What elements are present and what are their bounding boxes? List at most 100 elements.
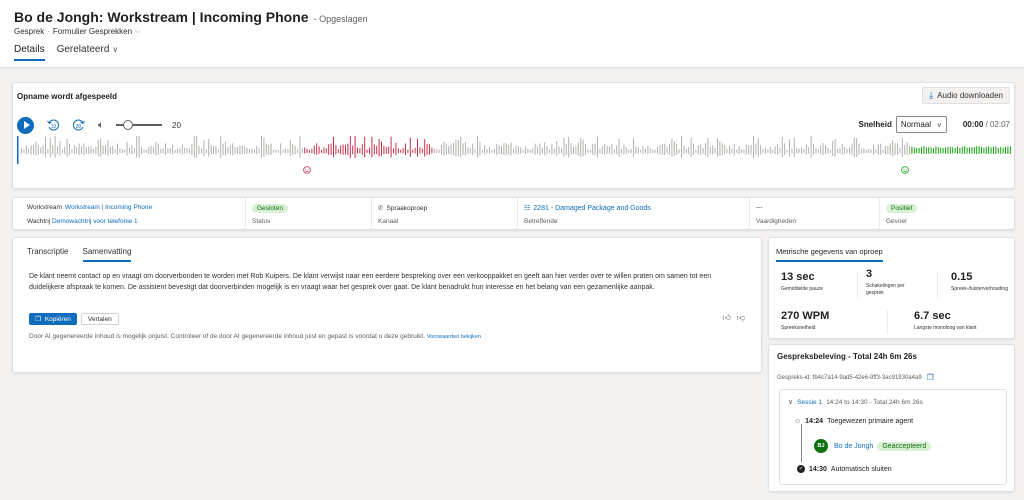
waveform-bar bbox=[220, 136, 222, 158]
tab-summary[interactable]: Samenvatting bbox=[82, 247, 131, 262]
waveform-bar bbox=[556, 141, 558, 156]
waveform-bar bbox=[157, 143, 159, 155]
metric-divider bbox=[857, 271, 858, 298]
workstream-label: Workstream bbox=[27, 204, 62, 211]
volume-slider[interactable] bbox=[116, 120, 162, 130]
tab-call-metrics[interactable]: Metrische gegevens van oproep bbox=[776, 247, 883, 262]
waveform-bar bbox=[781, 137, 783, 158]
copy-button[interactable]: ❐ Kopiëren bbox=[29, 313, 77, 325]
waveform-bar bbox=[707, 137, 709, 157]
terms-link[interactable]: Voorwaarden bekijken bbox=[427, 334, 481, 340]
waveform-bar bbox=[690, 137, 692, 157]
agent-link[interactable]: Bo de Jongh bbox=[834, 443, 873, 450]
waveform-bar bbox=[491, 149, 493, 153]
waveform-bar bbox=[405, 143, 406, 155]
skip-back-button[interactable]: 10 bbox=[46, 118, 60, 132]
waveform-bar bbox=[477, 136, 478, 158]
queue-link[interactable]: Demowachtrij voor telefonie 1 bbox=[52, 218, 138, 225]
waveform-bar bbox=[30, 145, 32, 155]
session-header[interactable]: ∨ Sessie 1 14:24 to 14:30 - Total 24h 6m… bbox=[788, 398, 923, 407]
tab-related[interactable]: Gerelateerd ∨ bbox=[57, 44, 119, 61]
waveform-bar bbox=[239, 145, 241, 155]
thumbs-down-icon[interactable]: 👎︎ bbox=[737, 313, 745, 323]
waveform-bar bbox=[95, 146, 97, 154]
waveform-bar bbox=[582, 139, 584, 157]
waveform-bar bbox=[880, 143, 882, 155]
play-button[interactable] bbox=[17, 116, 34, 134]
waveform-bar bbox=[640, 149, 642, 153]
waveform-bar bbox=[203, 140, 205, 156]
waveform-bar bbox=[954, 148, 956, 154]
waveform-bar bbox=[789, 139, 790, 157]
waveform[interactable] bbox=[17, 136, 1012, 164]
waveform-bar bbox=[225, 142, 226, 156]
workstream-link[interactable]: Workstream | Incoming Phone bbox=[65, 204, 152, 211]
waveform-bar bbox=[685, 148, 687, 153]
waveform-bar bbox=[856, 138, 858, 157]
speed-dropdown[interactable]: Normaal ∨ bbox=[895, 116, 947, 133]
translate-button[interactable]: Vertalen bbox=[80, 313, 119, 325]
waveform-bar bbox=[743, 149, 745, 153]
waveform-bar bbox=[925, 147, 927, 154]
waveform-bar bbox=[198, 145, 200, 155]
waveform-bar bbox=[357, 147, 358, 154]
waveform-bar bbox=[407, 149, 409, 153]
waveform-bar bbox=[935, 146, 937, 154]
volume-thumb[interactable] bbox=[123, 120, 134, 130]
waveform-bar bbox=[349, 136, 351, 158]
waveform-bar bbox=[172, 144, 174, 155]
waveform-bar bbox=[503, 143, 505, 156]
waveform-bar bbox=[899, 148, 901, 154]
waveform-bar bbox=[973, 147, 975, 154]
skip-back-icon: 10 bbox=[47, 119, 59, 131]
waveform-bar bbox=[280, 143, 282, 156]
waveform-bar bbox=[78, 143, 80, 155]
waveform-bar bbox=[846, 148, 848, 154]
copy-icon[interactable]: ❐ bbox=[927, 373, 934, 382]
tab-transcript[interactable]: Transcriptie bbox=[27, 247, 69, 262]
waveform-bar bbox=[438, 149, 440, 153]
tab-details[interactable]: Details bbox=[14, 44, 45, 61]
form-selector[interactable]: Formulier Gesprekken bbox=[53, 27, 132, 36]
waveform-bar bbox=[952, 147, 954, 154]
waveform-bar bbox=[489, 146, 490, 154]
waveform-bar bbox=[167, 148, 169, 154]
waveform-bar bbox=[762, 149, 764, 153]
chevron-down-icon[interactable]: ∨ bbox=[788, 398, 793, 406]
waveform-bar bbox=[930, 147, 932, 154]
waveform-bar bbox=[599, 148, 601, 154]
waveform-bar bbox=[933, 148, 934, 154]
playhead[interactable] bbox=[17, 136, 19, 164]
waveform-bar bbox=[378, 138, 380, 157]
waveform-bar bbox=[959, 147, 961, 154]
waveform-bar bbox=[949, 146, 951, 154]
waveform-bar bbox=[705, 143, 706, 156]
download-audio-button[interactable]: ⤓ Audio downloaden bbox=[922, 87, 1010, 104]
metric-divider bbox=[887, 310, 888, 334]
session-link[interactable]: Sessie 1 bbox=[797, 399, 822, 406]
waveform-bar bbox=[174, 149, 176, 153]
waveform-bar bbox=[249, 148, 250, 154]
summary-panel: Transcriptie Samenvatting De klant neemt… bbox=[12, 237, 762, 373]
waveform-bar bbox=[633, 138, 634, 157]
status-badge: Gesloten bbox=[252, 204, 289, 213]
waveform-bar bbox=[580, 138, 582, 157]
waveform-bar bbox=[964, 146, 966, 154]
waveform-bar bbox=[808, 147, 810, 154]
waveform-bar bbox=[258, 148, 260, 154]
waveform-bar bbox=[661, 144, 663, 155]
thumbs-up-icon[interactable]: 👍︎ bbox=[723, 313, 731, 323]
waveform-bar bbox=[265, 143, 267, 155]
skip-forward-button[interactable]: 30 bbox=[72, 118, 86, 132]
waveform-bar bbox=[539, 143, 541, 155]
waveform-bar bbox=[623, 144, 625, 155]
chevron-down-icon[interactable]: ⌵ bbox=[135, 28, 140, 36]
waveform-bar bbox=[321, 150, 322, 153]
waveform-bar bbox=[990, 147, 992, 154]
waveform-bar bbox=[820, 145, 822, 155]
waveform-bar bbox=[222, 143, 224, 155]
regarding-link[interactable]: 2281 - Damaged Package and Goods bbox=[533, 205, 651, 212]
waveform-bar bbox=[793, 137, 795, 157]
speaker-icon[interactable]: 🔈︎ bbox=[98, 120, 104, 131]
waveform-bar bbox=[937, 147, 939, 154]
